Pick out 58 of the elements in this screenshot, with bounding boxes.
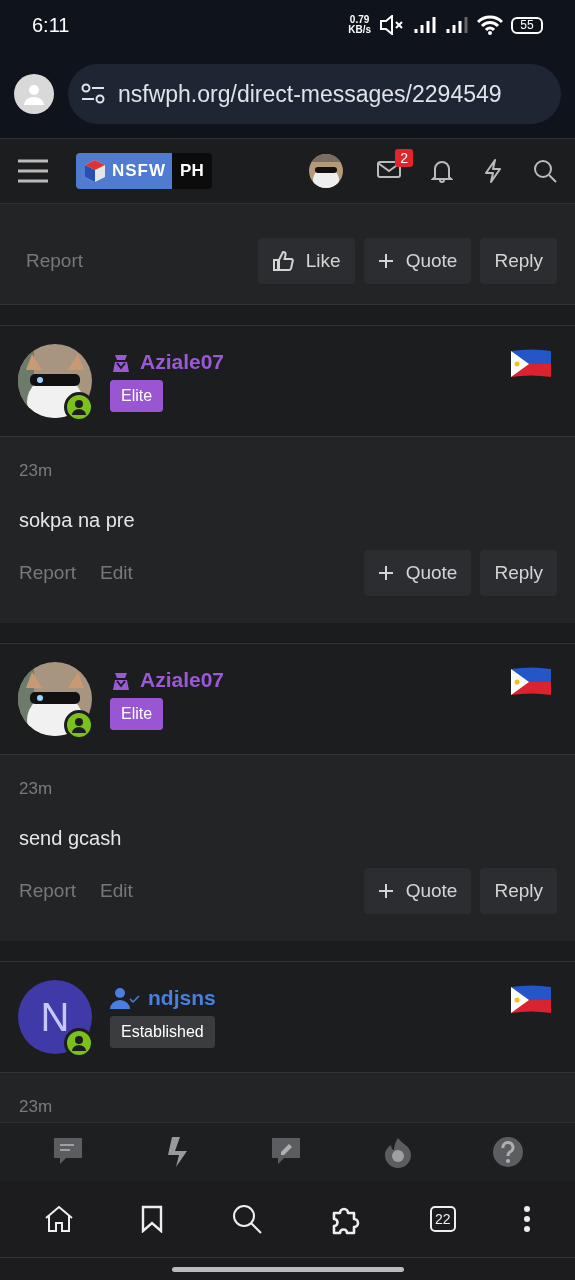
home-icon[interactable] bbox=[43, 1205, 74, 1233]
like-button[interactable]: Like bbox=[257, 238, 355, 284]
network-speed: 0.79 bbox=[349, 15, 370, 25]
url-text: nsfwph.org/direct-messages/2294549 bbox=[118, 80, 502, 108]
bell-icon[interactable] bbox=[431, 159, 453, 183]
post-link[interactable]: Report bbox=[19, 880, 77, 902]
username[interactable]: ndjsns bbox=[148, 986, 216, 1010]
user-title: Elite bbox=[110, 380, 164, 412]
post-link[interactable]: Edit bbox=[100, 880, 133, 902]
profile-icon[interactable] bbox=[14, 74, 54, 114]
tab-counter[interactable]: 22 bbox=[429, 1206, 456, 1232]
flag-icon bbox=[509, 984, 553, 1016]
avatar[interactable]: N bbox=[18, 980, 92, 1054]
flag-icon bbox=[509, 348, 553, 380]
username[interactable]: Aziale07 bbox=[140, 668, 225, 692]
bookmark-icon[interactable] bbox=[141, 1205, 164, 1233]
flag-icon bbox=[509, 666, 553, 698]
unread-badge: 2 bbox=[395, 149, 413, 167]
plus-icon bbox=[377, 883, 394, 899]
address-bar[interactable]: nsfwph.org/direct-messages/2294549 bbox=[68, 64, 561, 124]
battery-level: 55 bbox=[511, 16, 543, 34]
quote-button[interactable]: Quote bbox=[363, 868, 472, 914]
search-icon[interactable] bbox=[230, 1203, 263, 1235]
help-icon[interactable] bbox=[492, 1137, 523, 1167]
signal-icon bbox=[445, 15, 469, 35]
user-check-icon bbox=[110, 987, 140, 1009]
thumbs-up-icon bbox=[271, 250, 294, 272]
post-link[interactable]: Report bbox=[19, 562, 77, 584]
plus-icon bbox=[377, 253, 394, 269]
user-title: Elite bbox=[110, 698, 164, 730]
user-title: Established bbox=[110, 1016, 215, 1048]
site-settings-icon[interactable] bbox=[80, 83, 106, 105]
network-unit: KB/s bbox=[348, 25, 371, 35]
clock: 6:11 bbox=[32, 13, 70, 37]
reply-button[interactable]: Reply bbox=[480, 868, 557, 914]
username[interactable]: Aziale07 bbox=[140, 350, 225, 374]
lightning-icon[interactable] bbox=[483, 159, 503, 183]
reply-button[interactable]: Reply bbox=[480, 550, 557, 596]
mail-icon[interactable] bbox=[377, 159, 401, 179]
post-link[interactable]: Report bbox=[26, 250, 84, 272]
plus-icon bbox=[377, 565, 394, 581]
reply-button[interactable]: Reply bbox=[480, 238, 557, 284]
quote-button[interactable]: Quote bbox=[363, 550, 472, 596]
more-icon[interactable] bbox=[523, 1206, 532, 1232]
message-text: send gcash bbox=[19, 827, 123, 850]
search-icon[interactable] bbox=[533, 159, 557, 183]
menu-icon[interactable] bbox=[18, 159, 48, 183]
mute-icon bbox=[379, 15, 405, 35]
message-text: sokpa na pre bbox=[19, 509, 136, 532]
wifi-icon bbox=[477, 15, 503, 35]
post-time: 23m bbox=[19, 461, 54, 481]
quote-button[interactable]: Quote bbox=[363, 238, 472, 284]
gesture-bar[interactable] bbox=[171, 1266, 404, 1272]
flame-icon[interactable] bbox=[382, 1136, 413, 1168]
signal-icon bbox=[413, 15, 437, 35]
post-time: 23m bbox=[19, 1097, 54, 1117]
post-link[interactable]: Edit bbox=[100, 562, 133, 584]
post-time: 23m bbox=[19, 779, 54, 799]
